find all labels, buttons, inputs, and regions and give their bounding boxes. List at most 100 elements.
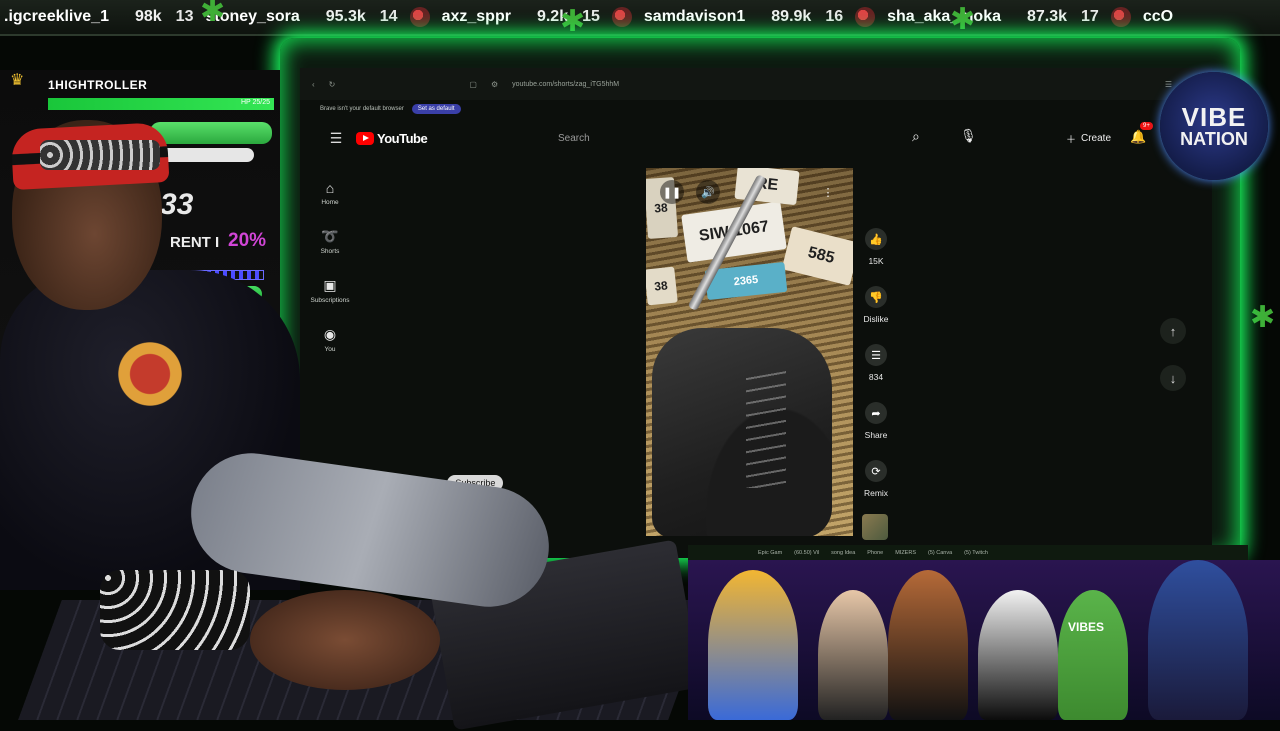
like-count: 15K — [868, 256, 884, 266]
leaf-icon: ✱ — [1250, 301, 1276, 334]
sidebar-item-shorts[interactable]: ➰ Shorts — [300, 217, 360, 266]
bookmark-icon[interactable]: ▢ — [469, 80, 477, 89]
studded-wristband — [100, 570, 250, 650]
ticker-name: sha_aka_moka — [887, 8, 1001, 25]
ticker-count: 87.3k — [1026, 8, 1068, 25]
more-icon[interactable]: ⋮ — [816, 180, 840, 204]
arrow-up-icon[interactable]: ↑ — [1160, 318, 1186, 344]
sidebar-item-label: Home — [321, 198, 339, 206]
taskbar-item[interactable]: (5) Canva — [928, 550, 952, 556]
youtube-logo-text: YouTube — [377, 130, 428, 146]
youtube-logo[interactable]: YouTube — [356, 130, 428, 146]
boot-laces — [746, 368, 786, 488]
menu-icon[interactable]: ☰ — [322, 130, 350, 147]
sound-thumbnail[interactable] — [862, 514, 888, 540]
taskbar-item[interactable]: (60.50) Vil — [794, 550, 819, 556]
character — [708, 570, 798, 720]
address-bar[interactable]: ‹ ↻ ▢ ⚙ youtube.com/shorts/zag_iTG5hhM ☰ — [300, 68, 1212, 100]
site-settings-icon[interactable]: ⚙ — [491, 80, 498, 89]
ticker-name: .igcreeklive_1 — [4, 8, 109, 25]
sidebar-item-label: Shorts — [320, 248, 340, 255]
logo-line1: VIBE — [1181, 102, 1247, 132]
shirt-graphic — [90, 330, 210, 440]
hp-label: HP 25/25 — [240, 99, 270, 106]
set-default-button[interactable]: Set as default — [411, 104, 461, 114]
shorts-icon: ➰ — [321, 228, 339, 244]
dislike-button[interactable]: 👎 Dislike — [858, 286, 894, 344]
rent-label: RENT I — [170, 234, 220, 251]
ticker-name: axz_sppr — [441, 8, 511, 25]
ticker-entry: 16 sha_aka_moka 87.3k — [825, 7, 1067, 27]
search-input[interactable]: Search — [550, 126, 954, 150]
short-video[interactable]: 38 SIW 1067 RE 585 2365 38 ❚❚ 🔊 ⋮ — [646, 168, 853, 536]
license-plate: 38 — [646, 266, 678, 306]
bell-icon[interactable]: 🔔 — [1130, 129, 1146, 145]
vibes-label: VIBES — [1068, 620, 1105, 634]
sidebar-item-label: Subscriptions — [310, 297, 350, 304]
ticker-rank: 17 — [1081, 8, 1099, 25]
rent-percent: 20% — [228, 230, 267, 251]
home-icon: ⌂ — [325, 179, 335, 196]
shorts-actions: 👍 15K 👎 Dislike ☰ 834 ➦ Share ⟳ Remix — [858, 228, 894, 518]
youtube-sidebar: ⌂ Home ➰ Shorts ▣ Subscriptions ◉ You — [300, 168, 360, 364]
character — [1148, 560, 1248, 720]
ticker-rank: 13 — [175, 8, 194, 25]
arrow-down-icon[interactable]: ↓ — [1160, 365, 1186, 391]
avatar — [1110, 7, 1131, 27]
remix-icon: ⟳ — [865, 460, 887, 482]
taskbar-item[interactable]: MIZERS — [895, 550, 916, 556]
dislike-icon: 👎 — [865, 286, 887, 308]
share-icon: ➦ — [865, 402, 887, 424]
notification-badge: 9+ — [1140, 122, 1153, 130]
hud-bar — [150, 122, 272, 144]
character — [818, 590, 888, 720]
logo-line2: NATION — [1180, 129, 1248, 149]
avatar — [409, 7, 430, 27]
ticker-name: ccO — [1142, 8, 1174, 25]
sidebar-item-subscriptions[interactable]: ▣ Subscriptions — [300, 266, 360, 315]
reload-icon[interactable]: ↻ — [329, 80, 336, 89]
sidebar-item-label: You — [324, 346, 336, 353]
youtube-header: ☰ YouTube Search ⌕ 🎙 ＋ Create 🔔 9+ — [300, 118, 1212, 158]
volume-icon[interactable]: 🔊 — [696, 180, 720, 204]
extensions-icon[interactable]: ☰ — [1165, 80, 1172, 89]
ticker-count: 98k — [134, 8, 162, 25]
vibe-nation-logo: VIBE NATION — [1160, 72, 1268, 180]
leaderboard-ticker: .igcreeklive_1 98k 13 stoney_sora 95.3k … — [0, 0, 1280, 36]
like-button[interactable]: 👍 15K — [858, 228, 894, 286]
notice-text: Brave isn't your default browser — [320, 106, 404, 112]
sidebar-item-you[interactable]: ◉ You — [300, 315, 360, 364]
streamer-hand — [250, 590, 440, 690]
mic-icon[interactable]: 🎙 — [960, 128, 977, 144]
hp-bar: HP 25/25 — [48, 98, 274, 110]
dislike-label: Dislike — [863, 314, 889, 324]
leaf-icon: ✱ — [200, 0, 226, 28]
taskbar-item[interactable]: (5) Twitch — [964, 550, 988, 556]
leaf-icon: ✱ — [950, 3, 976, 36]
ticker-count: 95.3k — [325, 8, 366, 25]
share-button[interactable]: ➦ Share — [858, 402, 894, 460]
like-icon: 👍 — [865, 228, 887, 250]
ticker-count: 89.9k — [771, 8, 812, 25]
taskbar: Epic Gam (60.50) Vil song Idea Phone MIZ… — [688, 545, 1248, 561]
taskbar-item[interactable]: Epic Gam — [758, 550, 782, 556]
ticker-rank: 14 — [379, 8, 398, 25]
pause-icon[interactable]: ❚❚ — [660, 180, 684, 204]
ticker-entry: .igcreeklive_1 98k — [4, 8, 162, 26]
create-button[interactable]: ＋ Create — [1056, 126, 1121, 150]
taskbar-item[interactable]: song Idea — [831, 550, 855, 556]
search-placeholder: Search — [558, 132, 590, 144]
taskbar-item[interactable]: Phone — [867, 550, 883, 556]
sidebar-item-home[interactable]: ⌂ Home — [300, 168, 360, 217]
remix-label: Remix — [863, 488, 889, 498]
avatar — [611, 7, 632, 27]
ticker-entry: 17 ccO — [1081, 7, 1173, 27]
remix-button[interactable]: ⟳ Remix — [858, 460, 894, 518]
leaf-icon: ✱ — [560, 5, 586, 38]
search-icon[interactable]: ⌕ — [912, 128, 920, 145]
crown-icon: ♛ — [10, 72, 25, 89]
comment-button[interactable]: ☰ 834 — [858, 344, 894, 402]
url-text[interactable]: youtube.com/shorts/zag_iTG5hhM — [512, 81, 619, 88]
back-icon[interactable]: ‹ — [312, 80, 315, 89]
hud-username: 1HIGHTROLLER — [48, 78, 148, 92]
